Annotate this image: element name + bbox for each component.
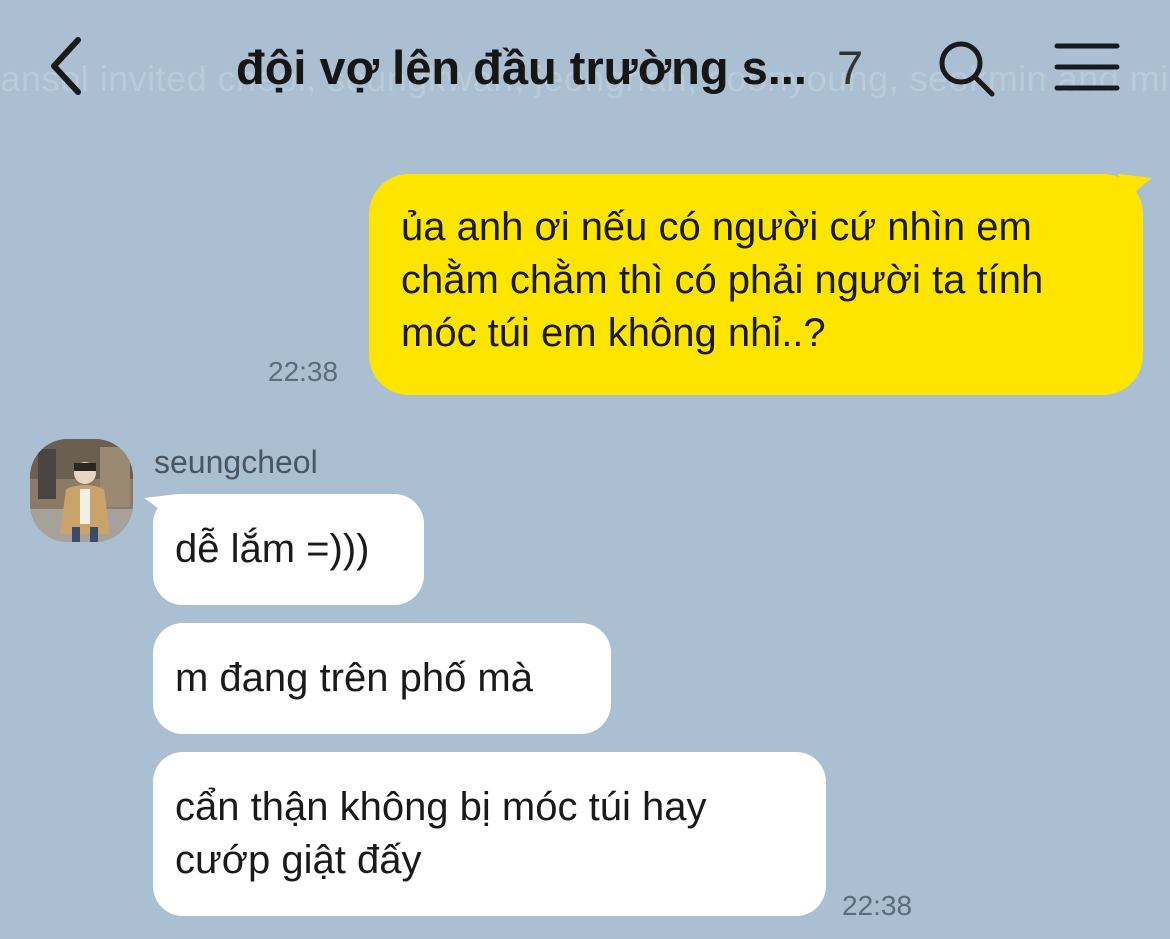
chevron-left-icon xyxy=(51,37,81,95)
sender-avatar[interactable] xyxy=(30,439,133,542)
chat-header: đội vợ lên đầu trường s... 7 xyxy=(0,0,1170,135)
incoming-message-bubble[interactable]: cẩn thận không bị móc túi hay cướp giật … xyxy=(153,752,826,916)
incoming-message-time: 22:38 xyxy=(842,890,913,921)
incoming-message-text: cẩn thận không bị móc túi hay cướp giật … xyxy=(175,785,707,882)
incoming-message-text: dễ lắm =))) xyxy=(175,527,370,571)
incoming-message-bubble[interactable]: dễ lắm =))) xyxy=(153,494,424,605)
incoming-message-text: m đang trên phố mà xyxy=(175,656,533,700)
search-button[interactable] xyxy=(934,36,998,100)
incoming-message-bubble[interactable]: m đang trên phố mà xyxy=(153,623,611,734)
hamburger-menu-icon xyxy=(1054,43,1120,91)
chat-title: đội vợ lên đầu trường s... xyxy=(236,41,807,94)
menu-button[interactable] xyxy=(1052,38,1122,98)
search-icon xyxy=(939,41,995,97)
outgoing-message-text: ủa anh ơi nếu có người cứ nhìn em chằm c… xyxy=(401,205,1044,355)
outgoing-message-bubble[interactable]: ủa anh ơi nếu có người cứ nhìn em chằm c… xyxy=(369,174,1143,395)
sender-name: seungcheol xyxy=(154,444,318,480)
back-button[interactable] xyxy=(40,30,100,100)
avatar-photo xyxy=(30,439,133,542)
outgoing-message-time: 22:38 xyxy=(268,356,339,387)
member-count: 7 xyxy=(837,41,864,94)
